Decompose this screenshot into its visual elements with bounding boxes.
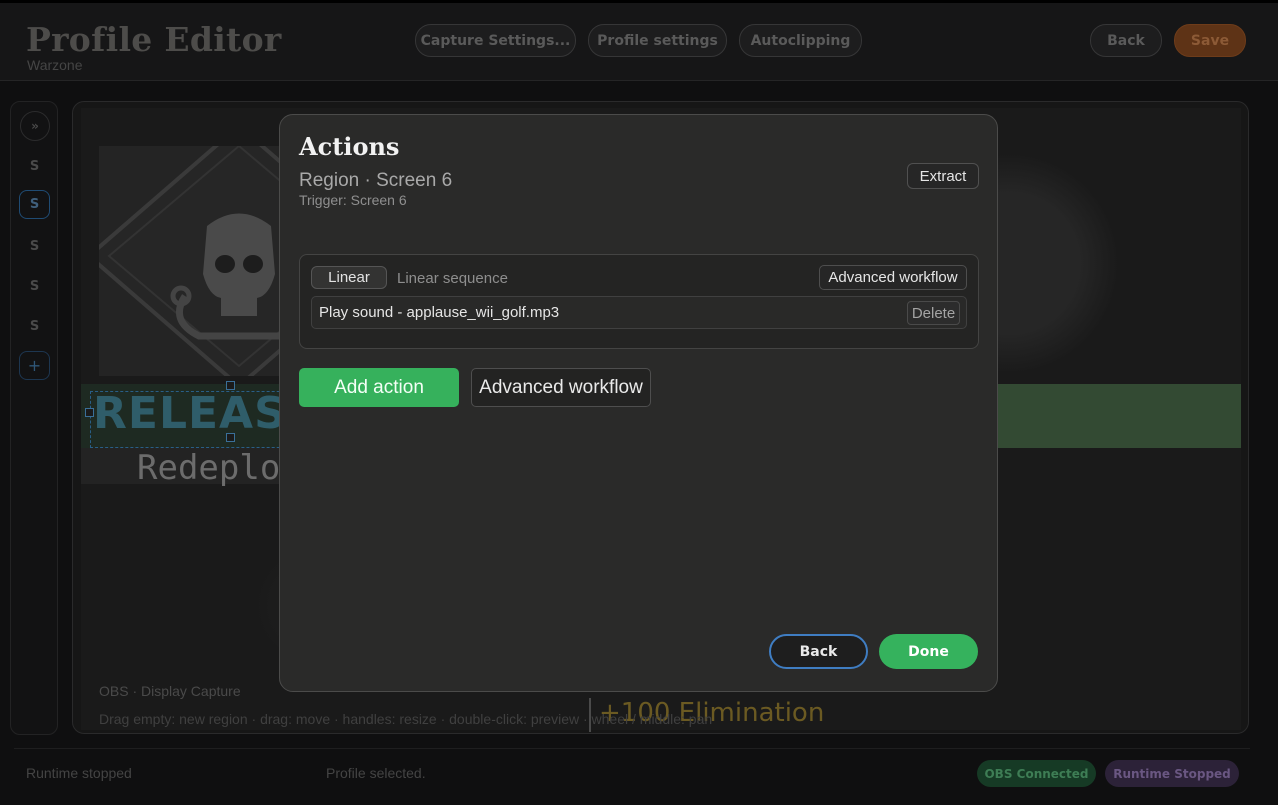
obs-connected-badge: OBS Connected [977,760,1096,787]
extract-button[interactable]: Extract [907,163,979,189]
screen-button-1[interactable]: S [19,152,50,181]
banner-green-strip [983,384,1241,448]
add-action-button[interactable]: Add action [299,368,459,407]
profile-status-text: Profile selected. [326,765,426,781]
dialog-title: Actions [299,132,400,161]
done-button[interactable]: Done [879,634,978,669]
sequence-advanced-workflow-button[interactable]: Advanced workflow [819,265,967,290]
capture-settings-button[interactable]: Capture Settings... [415,24,576,57]
screen-rail: » S S S S S + [10,101,58,735]
header-back-button[interactable]: Back [1090,24,1162,57]
page-title: Profile Editor [26,20,282,59]
advanced-workflow-button[interactable]: Advanced workflow [471,368,651,407]
screen-button-2[interactable]: S [19,190,50,219]
screen-button-3[interactable]: S [19,232,50,261]
linear-mode-button[interactable]: Linear [311,266,387,289]
sequence-description: Linear sequence [397,270,508,287]
dialog-trigger: Trigger: Screen 6 [299,192,407,208]
add-screen-button[interactable]: + [19,351,50,380]
autoclipping-button[interactable]: Autoclipping [739,24,862,57]
interaction-hint: Drag empty: new region · drag: move · ha… [99,711,713,727]
actions-dialog: Actions Region · Screen 6 Trigger: Scree… [279,114,998,692]
status-divider [14,748,1250,749]
resize-handle-left[interactable] [85,408,94,417]
dialog-subtitle: Region · Screen 6 [299,170,453,191]
save-button[interactable]: Save [1174,24,1246,57]
action-item[interactable]: Play sound - applause_wii_golf.mp3 Delet… [311,296,967,329]
app-header: Profile Editor Warzone Capture Settings.… [0,3,1278,81]
resize-handle-top[interactable] [226,381,235,390]
screen-button-5[interactable]: S [19,312,50,341]
action-sequence: Linear Linear sequence Advanced workflow… [299,254,979,349]
profile-game-label: Warzone [27,57,83,73]
resize-handle-bottom[interactable] [226,433,235,442]
collapse-icon[interactable]: » [20,111,50,141]
runtime-status-text: Runtime stopped [26,765,132,781]
action-label: Play sound - applause_wii_golf.mp3 [319,304,560,321]
runtime-stopped-badge: Runtime Stopped [1105,760,1239,787]
capture-source-label: OBS · Display Capture [99,683,241,699]
profile-settings-button[interactable]: Profile settings [588,24,727,57]
delete-action-button[interactable]: Delete [907,301,960,325]
screen-button-4[interactable]: S [19,272,50,301]
selected-region[interactable] [90,391,310,448]
dialog-back-button[interactable]: Back [769,634,868,669]
